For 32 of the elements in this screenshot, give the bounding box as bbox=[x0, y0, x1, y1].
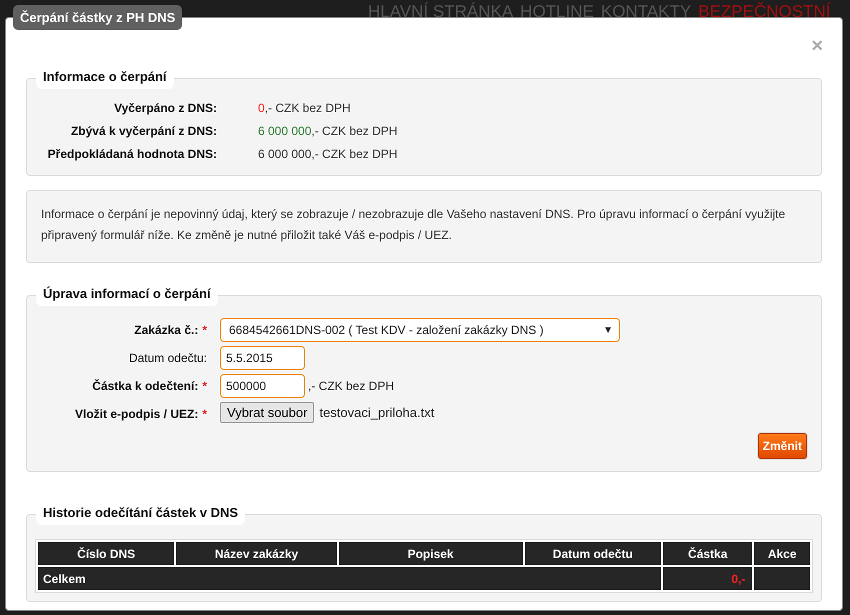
column-header: Akce bbox=[754, 542, 810, 565]
file-name: testovaci_priloha.txt bbox=[319, 405, 434, 420]
field-value: 0,- CZK bez DPH bbox=[258, 101, 352, 115]
field-label: Předpokládaná hodnota DNS: bbox=[46, 147, 217, 161]
field-label: Datum odečtu: bbox=[128, 351, 207, 365]
column-header: Částka bbox=[663, 542, 752, 565]
column-header: Název zakázky bbox=[176, 542, 337, 565]
field-label: Zakázka č.: bbox=[134, 323, 198, 337]
field-value: 6 000 000,- CZK bez DPH bbox=[258, 147, 398, 161]
field-label: Vložit e-podpis / UEZ: bbox=[75, 407, 198, 421]
input-field[interactable]: 500000 bbox=[220, 374, 305, 398]
field-label: Částka k odečtení: bbox=[92, 379, 198, 393]
dialog-title: Čerpání částky z PH DNS bbox=[13, 5, 182, 30]
field-label: Vyčerpáno z DNS: bbox=[113, 101, 217, 115]
choose-file-button[interactable]: Vybrat soubor bbox=[220, 402, 314, 423]
column-header: Číslo DNS bbox=[38, 542, 174, 565]
input-field[interactable]: 5.5.2015 bbox=[220, 346, 305, 370]
order-select[interactable]: 6684542661DNS-002 ( Test KDV - založení zakázky DNS ) ▼ bbox=[220, 318, 620, 342]
required-mark: * bbox=[202, 379, 207, 393]
unit-label: ,- CZK bez DPH bbox=[308, 379, 394, 393]
required-mark: * bbox=[202, 323, 207, 337]
column-header: Popisek bbox=[338, 542, 523, 565]
info-notice: Informace o čerpání je nepovinný údaj, který se zobrazuje / nezobrazuje dle Vašeho nastavení DNS. Pro úpravu informací o čerpání využijte připravený formulář níže. Ke změně je nutné přiložit také Váš e-podpis / UEZ. bbox=[26, 190, 822, 263]
field-value: 6 000 000,- CZK bez DPH bbox=[258, 124, 398, 138]
column-header: Datum odečtu bbox=[524, 542, 662, 565]
submit-button[interactable]: Změnit bbox=[758, 433, 807, 459]
total-label: Celkem bbox=[38, 567, 662, 590]
field-label: Zbývá k vyčerpání z DNS: bbox=[70, 124, 217, 138]
required-mark: * bbox=[202, 407, 207, 421]
close-button[interactable]: × bbox=[811, 36, 823, 56]
total-amount: 0,- bbox=[663, 567, 752, 590]
table-cell bbox=[754, 567, 810, 590]
